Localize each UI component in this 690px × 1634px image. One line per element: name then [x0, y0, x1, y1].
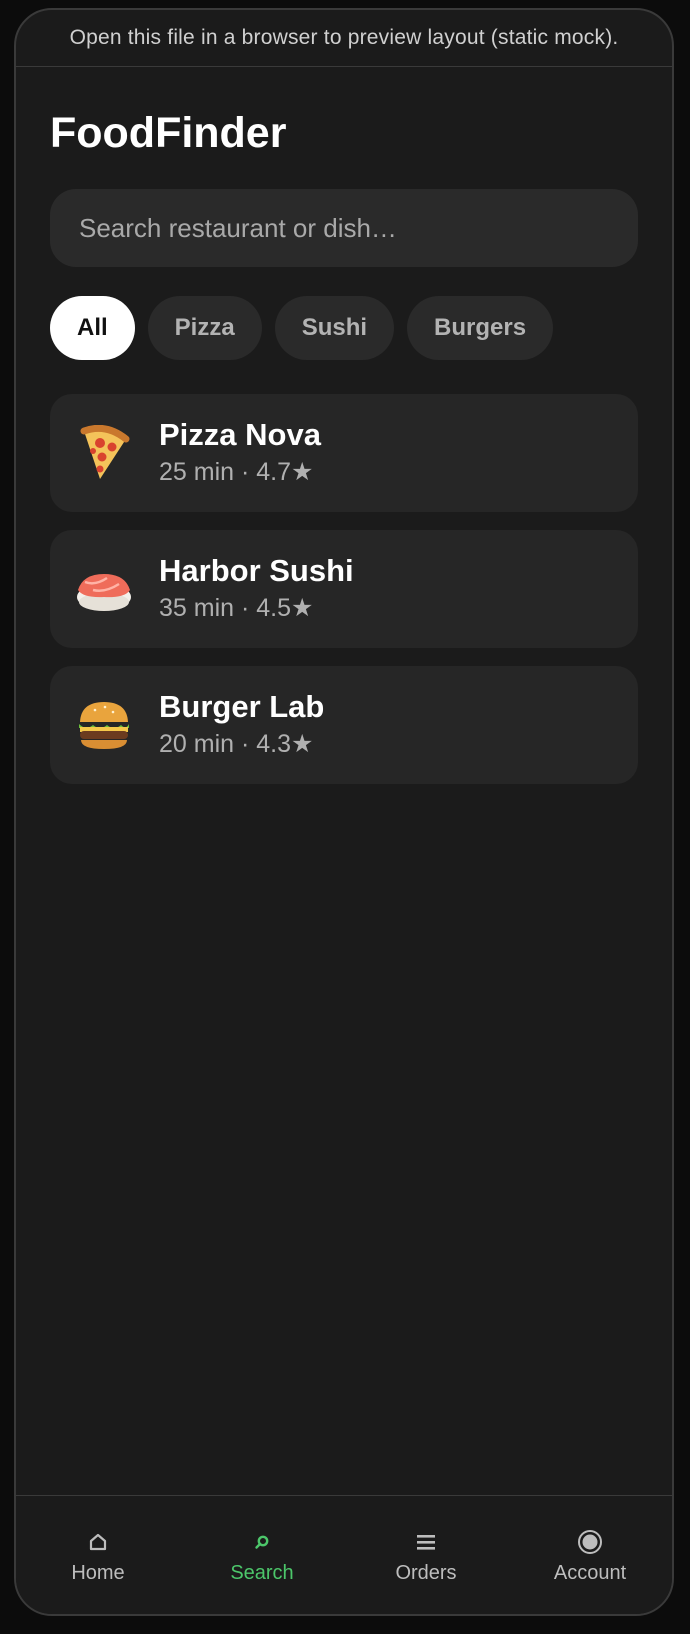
restaurant-name: Pizza Nova [159, 417, 321, 452]
tab-home[interactable]: Home [16, 1496, 180, 1614]
account-icon [577, 1526, 603, 1558]
app-title: FoodFinder [50, 109, 287, 157]
chip-sushi[interactable]: Sushi [274, 296, 395, 360]
chip-pizza[interactable]: Pizza [147, 296, 262, 360]
restaurant-card[interactable]: Burger Lab 20 min · 4.3★ [50, 666, 638, 784]
restaurant-name: Burger Lab [159, 689, 325, 724]
preview-banner: Open this file in a browser to preview l… [16, 10, 672, 67]
restaurant-meta: 20 min · 4.3★ [159, 730, 314, 758]
tab-label: Orders [395, 1561, 457, 1584]
chip-all[interactable]: All [50, 296, 135, 360]
chip-burgers[interactable]: Burgers [407, 296, 554, 360]
tab-account[interactable]: Account [508, 1496, 672, 1614]
restaurant-info: Pizza Nova 25 min · 4.7★ [159, 417, 321, 489]
sushi-icon [74, 559, 134, 619]
main-content: FoodFinder All Pizza Sushi Burgers [16, 107, 672, 784]
search-icon [253, 1526, 271, 1558]
tab-label: Account [553, 1561, 627, 1584]
restaurant-card[interactable]: Harbor Sushi 35 min · 4.5★ [50, 530, 638, 648]
list-icon [415, 1526, 437, 1558]
restaurant-info: Harbor Sushi 35 min · 4.5★ [159, 553, 354, 625]
home-icon [88, 1526, 108, 1558]
restaurant-name: Harbor Sushi [159, 553, 354, 588]
restaurant-meta: 25 min · 4.7★ [159, 458, 314, 486]
bottom-tab-bar: Home Search Orders Account [16, 1495, 672, 1614]
burger-icon [74, 695, 134, 755]
tab-orders[interactable]: Orders [344, 1496, 508, 1614]
search-input[interactable] [77, 211, 611, 245]
tab-search[interactable]: Search [180, 1496, 344, 1614]
tab-label: Search [230, 1561, 294, 1584]
tab-label: Home [71, 1561, 125, 1584]
restaurant-meta: 35 min · 4.5★ [159, 594, 314, 622]
category-chips: All Pizza Sushi Burgers [50, 296, 638, 360]
restaurant-list: Pizza Nova 25 min · 4.7★ Harbor Sushi 35… [50, 394, 638, 784]
pizza-icon [74, 423, 134, 483]
phone-frame: Open this file in a browser to preview l… [14, 8, 674, 1616]
search-bar[interactable] [50, 189, 638, 267]
restaurant-card[interactable]: Pizza Nova 25 min · 4.7★ [50, 394, 638, 512]
restaurant-info: Burger Lab 20 min · 4.3★ [159, 689, 324, 761]
